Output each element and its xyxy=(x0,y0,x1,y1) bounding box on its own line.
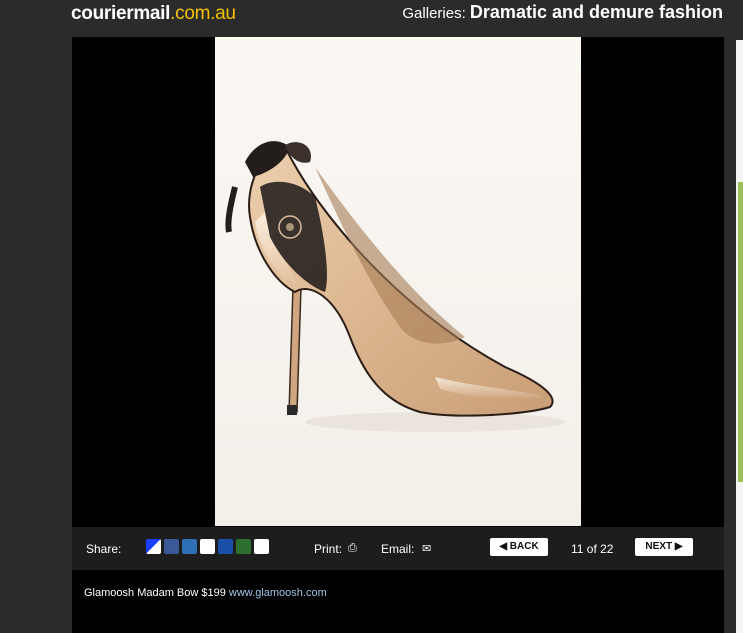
next-arrow-icon: ▶ xyxy=(674,541,683,552)
email-label: Email: xyxy=(381,542,415,556)
share-icons xyxy=(146,539,269,554)
printer-icon[interactable]: ⎙ xyxy=(348,542,357,555)
back-button-label: BACK xyxy=(509,541,539,552)
logo-main: couriermail xyxy=(71,3,171,24)
site-header: couriermail.com.au Galleries: Dramatic a… xyxy=(0,0,743,27)
myspace-icon[interactable] xyxy=(218,539,233,554)
caption-text: Glamoosh Madam Bow $199 xyxy=(84,587,226,599)
gallery-name: Dramatic and demure fashion xyxy=(469,2,723,22)
delicious-icon[interactable] xyxy=(146,539,161,554)
gallery-viewer: Share: Print: ⎙ Email: ✉ ◀ BACK 11 of 22… xyxy=(72,37,724,633)
logo-tld: .com.au xyxy=(170,3,236,24)
gallery-photo[interactable] xyxy=(215,37,581,526)
back-arrow-icon: ◀ xyxy=(499,541,508,552)
gallery-title: Galleries: Dramatic and demure fashion xyxy=(402,2,723,23)
print-label: Print: xyxy=(314,542,343,556)
envelope-icon[interactable]: ✉ xyxy=(422,542,431,555)
next-button[interactable]: NEXT ▶ xyxy=(635,538,693,556)
back-button[interactable]: ◀ BACK xyxy=(490,538,548,556)
kwoff-icon[interactable] xyxy=(200,539,215,554)
help-icon[interactable] xyxy=(254,539,269,554)
gallery-counter: 11 of 22 xyxy=(571,542,614,556)
caption-text-wrap: Glamoosh Madam Bow $199 www.glamoosh.com xyxy=(84,587,327,599)
page-edge-strip xyxy=(736,40,743,633)
share-label: Share: xyxy=(86,542,122,556)
shoe-image xyxy=(225,141,565,432)
page-edge-accent xyxy=(738,182,743,482)
gallery-prefix: Galleries: xyxy=(402,5,466,22)
caption-link[interactable]: www.glamoosh.com xyxy=(229,587,327,599)
next-button-label: NEXT xyxy=(645,541,673,552)
photo-caption: Glamoosh Madam Bow $199 www.glamoosh.com xyxy=(72,570,724,633)
site-logo[interactable]: couriermail.com.au xyxy=(71,3,236,25)
digg-icon[interactable] xyxy=(182,539,197,554)
gallery-toolbar: Share: Print: ⎙ Email: ✉ ◀ BACK 11 of 22… xyxy=(72,527,724,570)
facebook-icon[interactable] xyxy=(164,539,179,554)
newsvine-icon[interactable] xyxy=(236,539,251,554)
